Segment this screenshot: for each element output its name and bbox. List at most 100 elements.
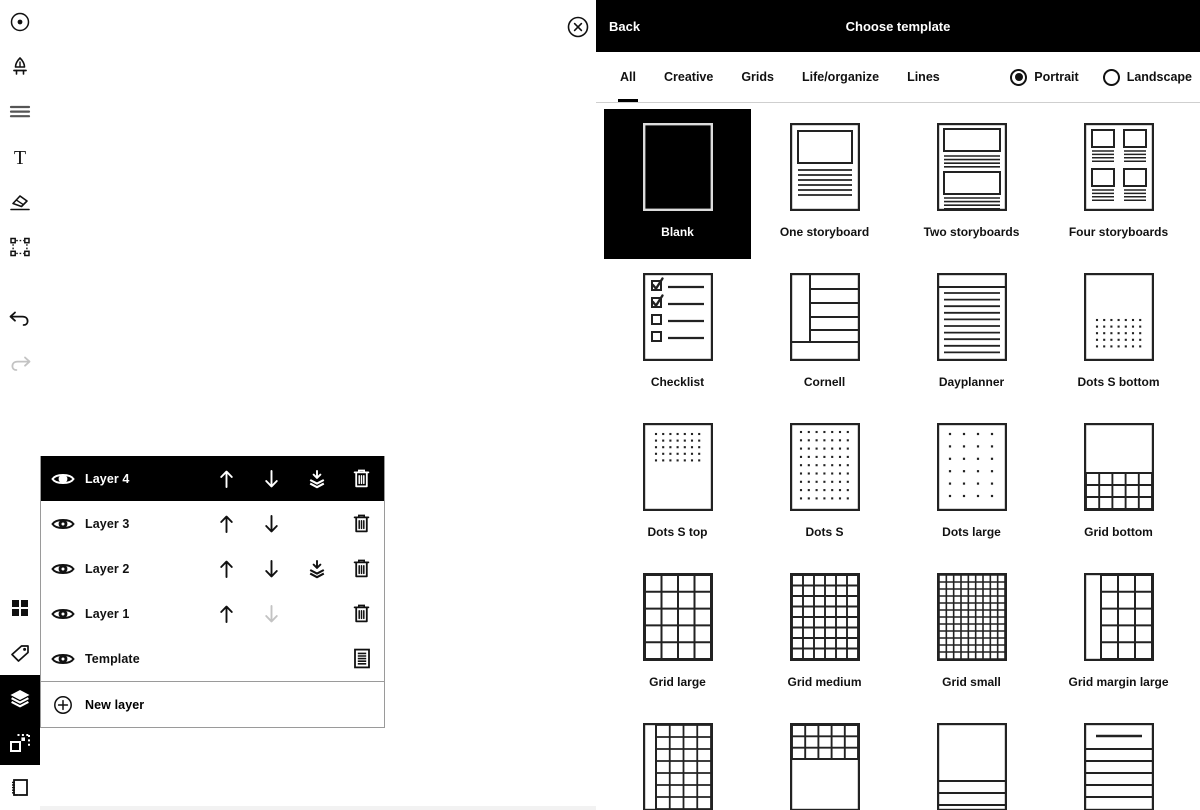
highlighter-tool[interactable] xyxy=(0,90,40,135)
template-grid: Blank One storyboard Two storyboards Fou… xyxy=(596,103,1200,810)
layer-name-label: Layer 4 xyxy=(85,471,130,486)
pen-tool[interactable] xyxy=(0,0,40,45)
template-card[interactable]: Cornell xyxy=(751,259,898,409)
delete-layer-button[interactable] xyxy=(339,501,384,546)
tab-label: All xyxy=(620,70,636,84)
move-layer-up-button[interactable] xyxy=(204,456,249,501)
layer-name-label: Layer 2 xyxy=(85,561,130,576)
template-label: Blank xyxy=(661,225,694,239)
layer-panel: Layer 4 Layer 3 Layer 2 Layer 1 Template xyxy=(40,456,385,728)
text-tool[interactable]: T xyxy=(0,135,40,180)
move-layer-up-button[interactable] xyxy=(204,591,249,636)
move-layer-down-button[interactable] xyxy=(249,456,294,501)
grid-margin-large-thumbnail-icon xyxy=(1083,568,1154,665)
merge-layer-down-button[interactable] xyxy=(294,456,339,501)
template-card[interactable]: Dots S bottom xyxy=(1045,259,1192,409)
template-card[interactable]: Blank xyxy=(604,109,751,259)
delete-layer-button[interactable] xyxy=(339,546,384,591)
marker-tool[interactable] xyxy=(0,45,40,90)
eye-icon[interactable] xyxy=(41,472,85,486)
tab-lines[interactable]: Lines xyxy=(893,52,954,102)
back-button[interactable]: Back xyxy=(609,19,640,34)
eye-icon[interactable] xyxy=(41,517,85,531)
layers-button[interactable] xyxy=(0,675,40,721)
layer-row[interactable]: Layer 4 xyxy=(41,456,384,501)
pages-grid-button[interactable] xyxy=(0,585,40,630)
template-card[interactable]: Dots S xyxy=(751,409,898,559)
grid-large-thumbnail-icon xyxy=(642,568,713,665)
merge-layer-down-button[interactable] xyxy=(294,546,339,591)
eye-icon[interactable] xyxy=(41,652,85,666)
tab-grids[interactable]: Grids xyxy=(727,52,788,102)
template-label: Dots S bottom xyxy=(1077,375,1160,389)
objects-button[interactable] xyxy=(0,720,40,765)
move-layer-up-button[interactable] xyxy=(204,501,249,546)
layer-actions xyxy=(204,456,384,501)
template-card[interactable] xyxy=(751,709,898,810)
template-card[interactable]: Dots large xyxy=(898,409,1045,559)
layer-actions xyxy=(204,546,384,591)
layer-row[interactable]: Template xyxy=(41,636,384,681)
tab-creative[interactable]: Creative xyxy=(650,52,727,102)
template-card[interactable]: Grid bottom xyxy=(1045,409,1192,559)
template-card[interactable]: Dayplanner xyxy=(898,259,1045,409)
move-layer-up-button[interactable] xyxy=(204,546,249,591)
template-label: Grid margin large xyxy=(1068,675,1169,689)
layer-row[interactable]: Layer 2 xyxy=(41,546,384,591)
template-card[interactable]: One storyboard xyxy=(751,109,898,259)
eye-icon[interactable] xyxy=(41,562,85,576)
layer-row[interactable]: Layer 3 xyxy=(41,501,384,546)
move-layer-down-button[interactable] xyxy=(249,501,294,546)
template-scroll-area[interactable]: Blank One storyboard Two storyboards Fou… xyxy=(596,103,1200,810)
layer-name-label: Layer 1 xyxy=(85,606,130,621)
grid-top-thumbnail-icon xyxy=(789,718,860,810)
orientation-portrait[interactable]: Portrait xyxy=(1002,68,1086,86)
layer-row[interactable]: Layer 1 xyxy=(41,591,384,636)
choose-template-panel: Back Choose template All Creative Grids Lif… xyxy=(596,0,1200,810)
template-card[interactable]: Grid large xyxy=(604,559,751,709)
eye-icon[interactable] xyxy=(41,607,85,621)
delete-layer-button[interactable] xyxy=(339,456,384,501)
checklist-thumbnail-icon xyxy=(642,268,713,365)
template-card[interactable] xyxy=(898,709,1045,810)
close-circle-icon[interactable] xyxy=(567,16,589,38)
template-card[interactable]: Grid margin large xyxy=(1045,559,1192,709)
template-label: Grid medium xyxy=(787,675,862,689)
template-card[interactable] xyxy=(1045,709,1192,810)
grid-medium-thumbnail-icon xyxy=(789,568,860,665)
template-label: Dots large xyxy=(942,525,1001,539)
template-card[interactable]: Grid small xyxy=(898,559,1045,709)
grid-margin-medium-thumbnail-icon xyxy=(642,718,713,810)
template-card[interactable]: Grid medium xyxy=(751,559,898,709)
eraser-tool[interactable] xyxy=(0,180,40,225)
tab-all[interactable]: All xyxy=(606,52,650,102)
orientation-radio-group: Portrait Landscape xyxy=(1002,52,1200,102)
notebook-button[interactable] xyxy=(0,765,40,810)
layer-list: Layer 4 Layer 3 Layer 2 Layer 1 Template xyxy=(41,456,384,681)
template-card[interactable]: Two storyboards xyxy=(898,109,1045,259)
dots-s-bottom-thumbnail-icon xyxy=(1083,268,1154,365)
orientation-landscape[interactable]: Landscape xyxy=(1095,68,1200,86)
template-card[interactable]: Four storyboards xyxy=(1045,109,1192,259)
tab-life-organize[interactable]: Life/organize xyxy=(788,52,893,102)
template-doc-icon[interactable] xyxy=(339,636,384,681)
select-tool[interactable] xyxy=(0,225,40,270)
lines-header-thumbnail-icon xyxy=(1083,718,1154,810)
redo-button[interactable] xyxy=(0,341,40,386)
template-label: Grid bottom xyxy=(1084,525,1153,539)
template-card[interactable] xyxy=(604,709,751,810)
template-card[interactable]: Checklist xyxy=(604,259,751,409)
new-layer-button[interactable]: New layer xyxy=(41,682,384,727)
radio-button[interactable] xyxy=(1010,68,1028,86)
tag-button[interactable] xyxy=(0,630,40,675)
delete-layer-button[interactable] xyxy=(339,591,384,636)
tab-list: All Creative Grids Life/organize Lines xyxy=(606,52,954,102)
dots-large-thumbnail-icon xyxy=(936,418,1007,515)
undo-button[interactable] xyxy=(0,296,40,341)
radio-button[interactable] xyxy=(1102,68,1120,86)
template-card[interactable]: Dots S top xyxy=(604,409,751,559)
lines-bottom-thumbnail-icon xyxy=(936,718,1007,810)
template-tabs: All Creative Grids Life/organize Lines Portr… xyxy=(596,52,1200,103)
move-layer-down-button[interactable] xyxy=(249,591,294,636)
move-layer-down-button[interactable] xyxy=(249,546,294,591)
